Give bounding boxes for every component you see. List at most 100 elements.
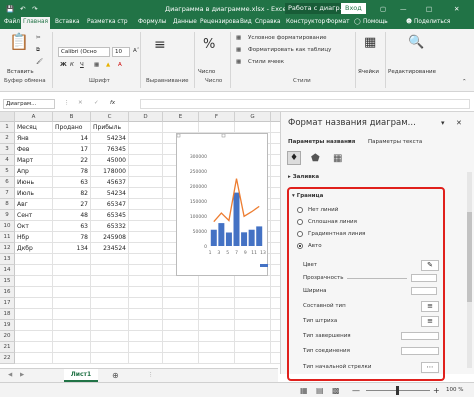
empty-cell[interactable] [163, 353, 199, 364]
empty-cell[interactable] [163, 298, 199, 309]
panel-scrollbar[interactable] [467, 172, 472, 368]
empty-cell[interactable] [15, 309, 53, 320]
cond-format-button[interactable]: Условное форматирование [248, 35, 326, 41]
empty-cell[interactable] [53, 320, 91, 331]
empty-cell[interactable] [199, 309, 235, 320]
cells-button[interactable]: Ячейки [358, 69, 379, 75]
zoom-thumb[interactable] [396, 386, 399, 395]
prev-sheet-icon[interactable]: ◀ [8, 372, 12, 378]
empty-cell[interactable] [129, 353, 163, 364]
empty-cell[interactable] [129, 144, 163, 155]
empty-cell[interactable] [163, 331, 199, 342]
empty-cell[interactable] [15, 287, 53, 298]
tab-help[interactable]: Справка [255, 19, 281, 25]
empty-cell[interactable] [129, 155, 163, 166]
empty-cell[interactable] [129, 265, 163, 276]
row-header[interactable]: 12 [0, 243, 15, 254]
empty-cell[interactable] [15, 342, 53, 353]
italic-icon[interactable]: К [70, 62, 74, 68]
ribbon-display-icon[interactable]: ▢ [380, 5, 386, 13]
row-header[interactable]: 19 [0, 320, 15, 331]
cond-format-icon[interactable]: ▦ [236, 35, 241, 41]
tab-formulas[interactable]: Формулы [138, 19, 166, 25]
empty-cell[interactable] [199, 342, 235, 353]
row-header[interactable]: 22 [0, 353, 15, 364]
sheet-tab[interactable]: Лист1 [64, 369, 98, 382]
radio-auto[interactable] [297, 243, 303, 249]
join-type-select[interactable] [401, 347, 439, 355]
table-cell[interactable]: 63 [53, 177, 91, 188]
cells-icon[interactable]: ▦ [364, 35, 376, 50]
table-cell[interactable]: 48 [53, 210, 91, 221]
empty-cell[interactable] [199, 287, 235, 298]
empty-cell[interactable] [15, 353, 53, 364]
panel-menu-icon[interactable]: ▾ [441, 119, 445, 127]
tab-insert[interactable]: Вставка [55, 19, 80, 25]
empty-cell[interactable] [53, 331, 91, 342]
empty-cell[interactable] [199, 353, 235, 364]
row-header[interactable]: 11 [0, 232, 15, 243]
empty-cell[interactable] [129, 133, 163, 144]
tab-share[interactable]: Поделиться [414, 19, 450, 25]
row-header[interactable]: 7 [0, 188, 15, 199]
empty-cell[interactable] [129, 309, 163, 320]
row-header[interactable]: 5 [0, 166, 15, 177]
find-icon[interactable]: 🔍 [408, 35, 424, 50]
font-size-select[interactable]: 10 [112, 47, 130, 57]
column-header[interactable]: C [91, 112, 129, 122]
tab-design[interactable]: Конструктор [286, 19, 325, 25]
empty-cell[interactable] [129, 188, 163, 199]
sheet-options-icon[interactable]: ⋮ [148, 372, 154, 378]
row-header[interactable]: 10 [0, 221, 15, 232]
radio-no-line[interactable] [297, 207, 303, 213]
empty-cell[interactable] [129, 331, 163, 342]
table-cell[interactable]: Прибыль [91, 122, 129, 133]
tab-review[interactable]: Рецензирова [200, 19, 239, 25]
transparency-input[interactable] [411, 274, 437, 282]
page-layout-icon[interactable]: ▤ [316, 386, 324, 395]
minimize-icon[interactable]: — [400, 5, 407, 13]
row-header[interactable]: 17 [0, 298, 15, 309]
empty-cell[interactable] [91, 320, 129, 331]
font-grow-icon[interactable]: Aˆ [133, 48, 140, 54]
table-cell[interactable]: Апр [15, 166, 53, 177]
table-cell[interactable]: 245908 [91, 232, 129, 243]
fill-color-icon[interactable]: ▲ [106, 62, 110, 68]
column-header[interactable]: G [235, 112, 271, 122]
tab-home[interactable]: Главная [21, 17, 51, 29]
empty-cell[interactable] [53, 276, 91, 287]
row-header[interactable]: 15 [0, 276, 15, 287]
empty-cell[interactable] [235, 122, 271, 133]
empty-cell[interactable] [91, 309, 129, 320]
begin-arrow-select[interactable]: ⋯ [421, 362, 439, 373]
table-cell[interactable]: Сент [15, 210, 53, 221]
empty-cell[interactable] [53, 298, 91, 309]
redo-icon[interactable]: ↷ [32, 5, 37, 13]
editing-button[interactable]: Редактирование [388, 69, 436, 75]
table-cell[interactable]: 54234 [91, 188, 129, 199]
empty-cell[interactable] [163, 342, 199, 353]
tab-format[interactable]: Формат [326, 19, 350, 25]
empty-cell[interactable] [91, 342, 129, 353]
width-input[interactable] [411, 287, 437, 295]
table-cell[interactable]: 78 [53, 166, 91, 177]
empty-cell[interactable] [91, 353, 129, 364]
tab-data[interactable]: Данные [173, 19, 197, 25]
empty-cell[interactable] [129, 243, 163, 254]
row-header[interactable]: 2 [0, 133, 15, 144]
column-header[interactable]: A [15, 112, 53, 122]
empty-cell[interactable] [53, 309, 91, 320]
row-header[interactable]: 3 [0, 144, 15, 155]
collapse-ribbon-icon[interactable]: ⌃ [462, 79, 467, 85]
empty-cell[interactable] [163, 276, 199, 287]
table-cell[interactable]: 65332 [91, 221, 129, 232]
function-icon[interactable]: fx [110, 100, 115, 106]
empty-cell[interactable] [129, 177, 163, 188]
menu-dots-icon[interactable]: ⋮ [64, 100, 70, 106]
table-cell[interactable]: Авг [15, 199, 53, 210]
empty-cell[interactable] [199, 331, 235, 342]
dash-type-select[interactable]: ≡ [421, 316, 439, 327]
number-format-icon[interactable]: % [203, 37, 215, 52]
table-cell[interactable]: 78 [53, 232, 91, 243]
table-cell[interactable]: Март [15, 155, 53, 166]
